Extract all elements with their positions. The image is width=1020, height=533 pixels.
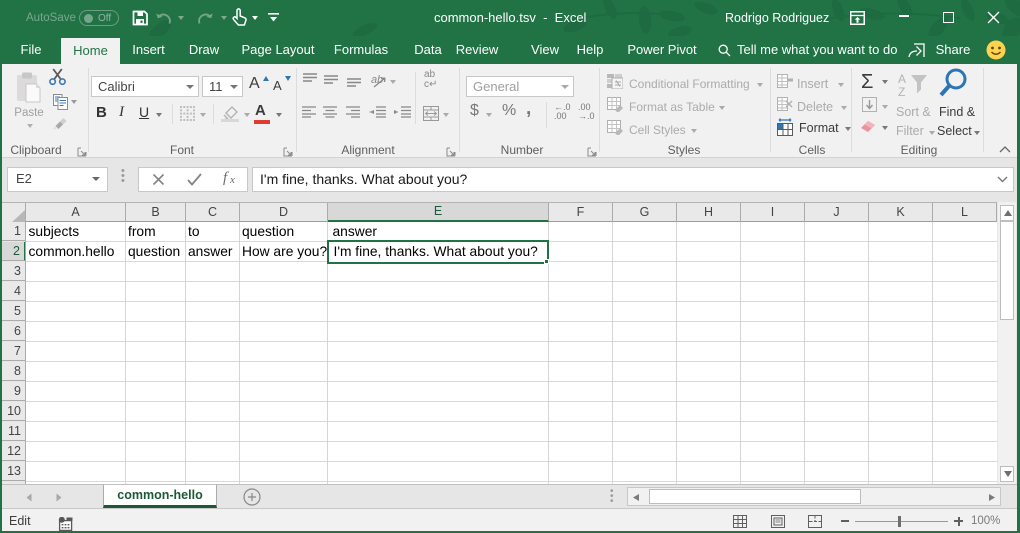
svg-text:A: A — [898, 72, 906, 86]
svg-text:Z: Z — [898, 85, 905, 99]
